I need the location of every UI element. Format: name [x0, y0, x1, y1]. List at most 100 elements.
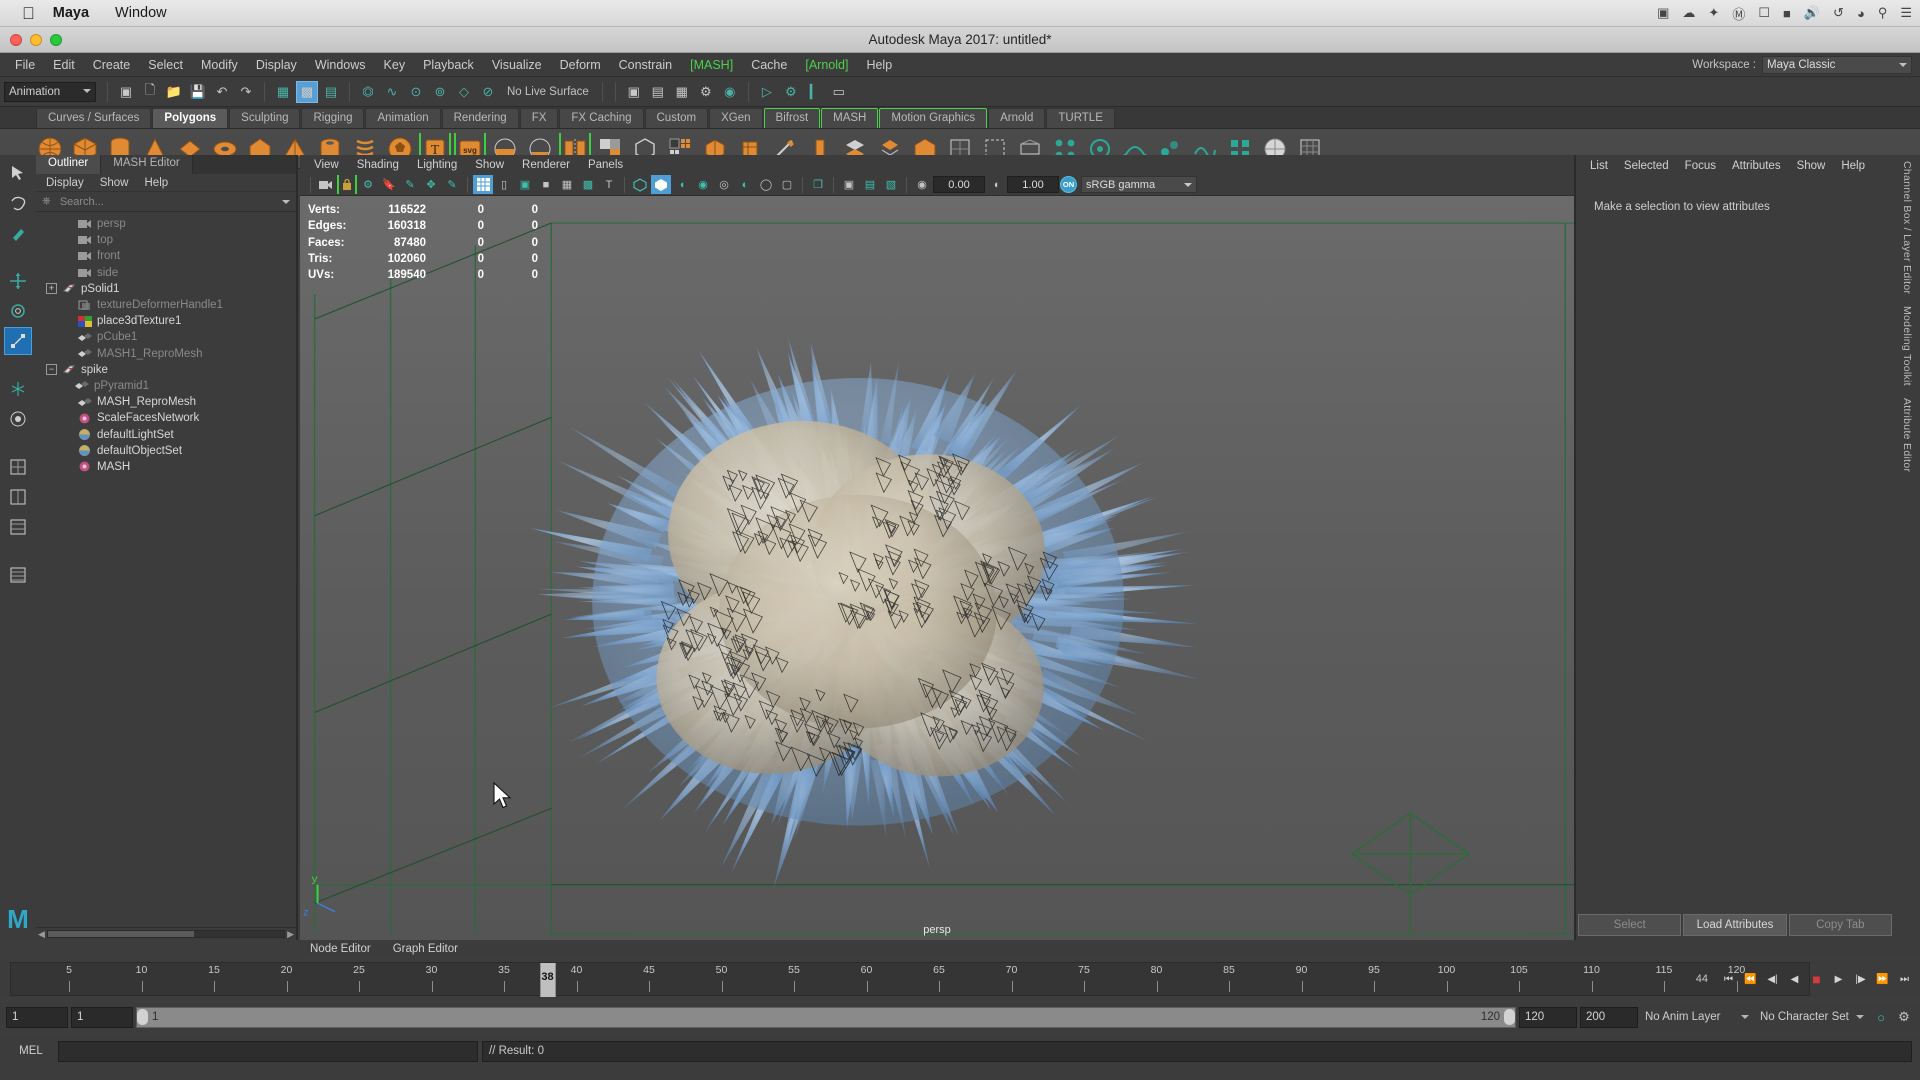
- bookmark-icon[interactable]: 🔖: [379, 175, 399, 194]
- search-input[interactable]: Search...: [56, 193, 276, 210]
- color-management-dropdown[interactable]: sRGB gamma: [1081, 176, 1197, 193]
- wireframe-shading-icon[interactable]: [630, 175, 650, 194]
- shelf-tab-bifrost[interactable]: Bifrost: [763, 108, 821, 128]
- screen-icon[interactable]: ▣: [1657, 5, 1669, 21]
- snap-view-plane-icon[interactable]: ◇: [453, 81, 475, 103]
- start-time-field[interactable]: 1: [6, 1006, 68, 1028]
- outliner-item-mash1-repromesh[interactable]: MASH1_ReproMesh: [36, 346, 296, 362]
- universal-manipulator-icon[interactable]: [4, 375, 32, 403]
- resolution-gate-icon[interactable]: ▣: [515, 175, 535, 194]
- lasso-tool-icon[interactable]: [4, 189, 32, 217]
- shelf-tab-turtle[interactable]: TURTLE: [1046, 108, 1115, 128]
- outliner-menu-display[interactable]: Display: [46, 177, 84, 189]
- menu-modify[interactable]: Modify: [192, 56, 247, 74]
- search-icon[interactable]: ⚲: [1878, 5, 1888, 21]
- apple-logo-icon[interactable]: : [22, 5, 35, 22]
- arnold-render-icon[interactable]: ⚙: [780, 81, 802, 103]
- select-hierarchy-icon[interactable]: ▣: [115, 81, 137, 103]
- ae-menu-list[interactable]: List: [1590, 160, 1608, 172]
- ae-menu-help[interactable]: Help: [1841, 160, 1865, 172]
- menu-display[interactable]: Display: [247, 56, 306, 74]
- gamma-field[interactable]: 1.00: [1007, 176, 1059, 193]
- tab-attribute-editor[interactable]: Attribute Editor: [1901, 398, 1913, 472]
- viewport-menu-shading[interactable]: Shading: [357, 159, 399, 171]
- select-camera-icon[interactable]: [316, 175, 336, 194]
- select-tool-icon[interactable]: [4, 159, 32, 187]
- render-sequence-icon[interactable]: ▷: [756, 81, 778, 103]
- control-center-icon[interactable]: ☰: [1900, 5, 1912, 21]
- outliner-item-pcube1[interactable]: pCube1: [36, 329, 296, 345]
- menu-key[interactable]: Key: [375, 56, 415, 74]
- bluetooth-icon[interactable]: Ⓜ: [1732, 4, 1745, 23]
- exposure-field[interactable]: 0.00: [933, 176, 985, 193]
- ipr-render-icon[interactable]: ▦: [671, 81, 693, 103]
- viewport-menu-panels[interactable]: Panels: [588, 159, 623, 171]
- ae-menu-focus[interactable]: Focus: [1685, 160, 1716, 172]
- new-scene-icon[interactable]: 🗋: [139, 81, 161, 103]
- shelf-tab-sculpting[interactable]: Sculpting: [229, 108, 301, 128]
- color-management-toggle[interactable]: ON: [1060, 176, 1077, 193]
- outliner-item-texturedeformerhandle1[interactable]: textureDeformerHandle1: [36, 297, 296, 313]
- wifi-icon[interactable]: ◕: [1857, 6, 1865, 21]
- animation-preferences-icon[interactable]: ⚙: [1894, 1007, 1914, 1027]
- hypershade-icon[interactable]: ◉: [719, 81, 741, 103]
- step-back-key-icon[interactable]: ⏪: [1741, 970, 1760, 989]
- shaded-textured-icon[interactable]: ◎: [714, 175, 734, 194]
- anim-layer-dropdown[interactable]: No Anim Layer: [1641, 1006, 1753, 1028]
- play-backwards-icon[interactable]: ◀: [1785, 970, 1804, 989]
- range-start-handle[interactable]: [137, 1009, 148, 1025]
- layout-two-panes-icon[interactable]: [4, 483, 32, 511]
- shelf-tab-mash[interactable]: MASH: [821, 108, 879, 128]
- menu-edit[interactable]: Edit: [44, 56, 84, 74]
- safe-title-icon[interactable]: T: [599, 175, 619, 194]
- range-slider[interactable]: 1 120: [136, 1006, 1516, 1028]
- collapse-icon[interactable]: −: [46, 364, 57, 376]
- outliner-horizontal-scrollbar[interactable]: ◀ ▶: [36, 927, 296, 940]
- redo-icon[interactable]: ↷: [235, 81, 257, 103]
- time-slider[interactable]: 5 10 15 20 25 30 35 40 45 50 55 60 65 70 75 80 85 90 95 100…: [10, 962, 1810, 997]
- display-icon[interactable]: ☐: [1758, 5, 1770, 21]
- outliner-item-ppyramid1[interactable]: pPyramid1: [36, 378, 296, 394]
- safe-action-icon[interactable]: ▩: [578, 175, 598, 194]
- shelf-tab-fx-caching[interactable]: FX Caching: [559, 108, 644, 128]
- isolate-select-icon[interactable]: ▣: [839, 175, 859, 194]
- ae-menu-attributes[interactable]: Attributes: [1732, 160, 1781, 172]
- viewport-menu-show[interactable]: Show: [475, 159, 504, 171]
- render-current-frame-icon[interactable]: ▤: [647, 81, 669, 103]
- film-gate-icon[interactable]: ▯: [494, 175, 514, 194]
- shade-wireframe-icon[interactable]: ◖: [672, 175, 692, 194]
- motion-blur-icon[interactable]: ❒: [808, 175, 828, 194]
- grease-pencil-icon[interactable]: ✎: [442, 175, 462, 194]
- stop-icon[interactable]: ■: [1807, 970, 1826, 989]
- outliner-item-side[interactable]: side: [36, 265, 296, 281]
- move-tool-icon[interactable]: [4, 267, 32, 295]
- dropbox-icon[interactable]: ✦: [1708, 5, 1719, 21]
- macos-menu-window[interactable]: Window: [115, 5, 167, 21]
- outliner-item-persp[interactable]: persp: [36, 216, 296, 232]
- outliner-item-psolid1[interactable]: + pSolid1: [36, 281, 296, 297]
- viewport-menu-renderer[interactable]: Renderer: [522, 159, 570, 171]
- shelf-tab-fx[interactable]: FX: [519, 108, 559, 128]
- camera-attributes-icon[interactable]: ⚙: [358, 175, 378, 194]
- layout-single-icon[interactable]: [4, 453, 32, 481]
- shelf-tab-polygons[interactable]: Polygons: [152, 108, 229, 128]
- gamma-icon[interactable]: ◖: [986, 175, 1006, 194]
- battery-icon[interactable]: ■: [1783, 6, 1791, 21]
- rotate-tool-icon[interactable]: [4, 297, 32, 325]
- shelf-tab-curves-surfaces[interactable]: Curves / Surfaces: [36, 108, 152, 128]
- ae-menu-show[interactable]: Show: [1797, 160, 1826, 172]
- lock-camera-icon[interactable]: [337, 175, 357, 194]
- layout-four-panes-icon[interactable]: [4, 513, 32, 541]
- outliner-menu-show[interactable]: Show: [100, 177, 129, 189]
- render-view-icon[interactable]: ▣: [623, 81, 645, 103]
- scrollbar-thumb[interactable]: [47, 931, 195, 937]
- go-to-end-icon[interactable]: ⏭: [1895, 970, 1914, 989]
- menu-arnold[interactable]: [Arnold]: [796, 56, 857, 74]
- outliner-item-mash-repromesh[interactable]: MASH_ReproMesh: [36, 394, 296, 410]
- chevron-down-icon[interactable]: [282, 199, 290, 208]
- tab-outliner[interactable]: Outliner: [36, 155, 102, 174]
- shadows-icon[interactable]: ◯: [756, 175, 776, 194]
- auto-key-icon[interactable]: ○: [1871, 1007, 1891, 1027]
- two-dimensional-pan-zoom-icon[interactable]: ✥: [421, 175, 441, 194]
- save-scene-icon[interactable]: 💾: [187, 81, 209, 103]
